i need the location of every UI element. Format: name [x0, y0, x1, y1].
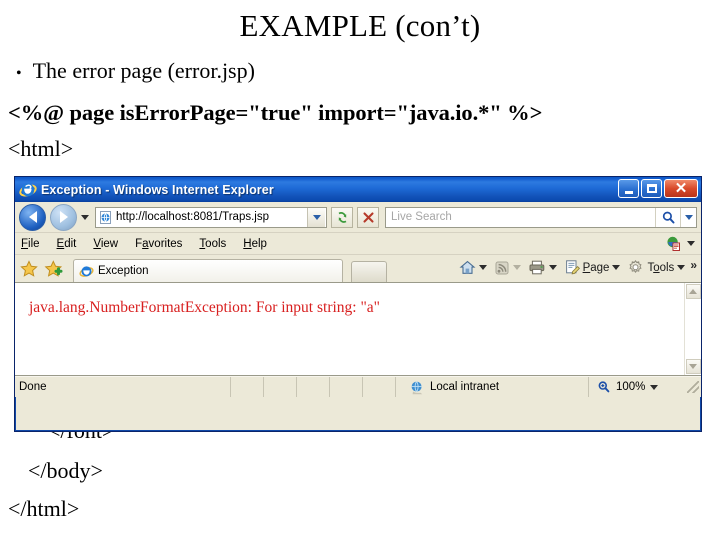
address-bar[interactable]: http://localhost:8081/Traps.jsp: [95, 206, 327, 228]
bullet-item: • The error page (error.jsp): [16, 58, 255, 84]
page-content: java.lang.NumberFormatException: For inp…: [15, 282, 701, 376]
tools-menu-button[interactable]: Tools: [625, 258, 687, 277]
home-button[interactable]: [457, 258, 489, 277]
menu-item-help[interactable]: Help: [243, 238, 267, 250]
resize-grip[interactable]: [687, 381, 699, 393]
page-title: EXAMPLE (con’t): [239, 8, 481, 43]
zoom-level-label: 100%: [616, 381, 646, 393]
search-input[interactable]: Live Search: [386, 211, 655, 223]
status-segment: [297, 377, 330, 397]
ie-page-icon: [79, 264, 94, 279]
bullet-label: The error page (error.jsp): [32, 58, 255, 83]
tab-label: Exception: [98, 265, 149, 277]
tools-menu-label: Tools: [647, 261, 675, 274]
tab-exception[interactable]: Exception: [73, 259, 343, 282]
feeds-button[interactable]: [492, 259, 523, 277]
search-box[interactable]: Live Search: [385, 206, 697, 228]
globe-icon: [410, 380, 425, 395]
scroll-up-button[interactable]: [685, 284, 701, 299]
print-button[interactable]: [526, 258, 559, 277]
command-overflow-button[interactable]: »: [690, 258, 697, 272]
menu-bar: File Edit View Favorites Tools Help: [15, 233, 701, 255]
command-bar: Page Tools »: [457, 258, 697, 277]
messenger-icon[interactable]: [665, 235, 682, 252]
tools-chevron-down-icon[interactable]: [677, 265, 686, 270]
code-line-html-close: </html>: [8, 496, 80, 521]
rss-feed-icon: [495, 261, 509, 274]
code-line-directive: <%@ page isErrorPage="true" import="java…: [8, 100, 543, 125]
favorites-center-star-icon[interactable]: [19, 259, 39, 279]
page-menu-button[interactable]: Page: [562, 258, 623, 277]
status-segment: [264, 377, 297, 397]
new-tab-button[interactable]: [351, 261, 387, 282]
address-dropdown-button[interactable]: [307, 207, 325, 227]
zoom-chevron-down-icon[interactable]: [650, 384, 659, 390]
back-button[interactable]: [19, 203, 46, 231]
page-icon: [98, 210, 113, 225]
code-line-body-close: </body>: [28, 458, 103, 483]
tab-bar: Exception Page Tools »: [15, 255, 701, 282]
print-chevron-down-icon[interactable]: [548, 265, 557, 270]
home-icon: [459, 260, 476, 274]
security-zone[interactable]: Local intranet: [396, 377, 589, 397]
status-segment: [363, 377, 396, 397]
messenger-chevron-down-icon[interactable]: [687, 241, 695, 246]
scroll-down-button[interactable]: [685, 359, 701, 374]
menu-item-edit[interactable]: Edit: [57, 238, 77, 250]
search-options-button[interactable]: [680, 207, 696, 227]
security-zone-label: Local intranet: [430, 381, 500, 393]
address-input-value[interactable]: http://localhost:8081/Traps.jsp: [116, 211, 307, 223]
gear-icon: [629, 259, 643, 274]
status-text: Done: [15, 377, 231, 397]
status-bar: Done Local intranet 100%: [15, 376, 701, 397]
zoom-icon: [597, 380, 611, 394]
menu-item-file[interactable]: File: [21, 238, 40, 250]
browser-window: Exception - Windows Internet Explorer ✕ …: [14, 176, 702, 432]
stop-button[interactable]: [357, 206, 379, 228]
zoom-control[interactable]: 100%: [589, 377, 701, 397]
code-line-html-open: <html>: [8, 136, 74, 161]
refresh-button[interactable]: [331, 206, 353, 228]
vertical-scrollbar[interactable]: [684, 283, 701, 375]
menu-bar-extras: [665, 235, 695, 252]
window-controls: ✕: [618, 179, 698, 198]
recent-pages-chevron-down-icon[interactable]: [81, 214, 89, 220]
bullet-marker: •: [16, 65, 22, 82]
search-icon[interactable]: [655, 207, 680, 227]
status-segment: [330, 377, 363, 397]
window-title: Exception - Windows Internet Explorer: [41, 182, 274, 197]
maximize-button[interactable]: [641, 179, 662, 198]
printer-icon: [529, 260, 544, 275]
menu-item-view[interactable]: View: [93, 238, 118, 250]
menu-item-tools[interactable]: Tools: [199, 238, 226, 250]
close-button[interactable]: ✕: [664, 179, 698, 198]
forward-button[interactable]: [50, 203, 77, 231]
page-menu-label: Page: [582, 261, 610, 274]
navigation-bar: http://localhost:8081/Traps.jsp Live Sea…: [15, 202, 701, 233]
exception-message: java.lang.NumberFormatException: For inp…: [29, 299, 381, 316]
page-body: java.lang.NumberFormatException: For inp…: [15, 283, 684, 375]
status-segment: [231, 377, 264, 397]
add-to-favorites-icon[interactable]: [44, 259, 64, 279]
feeds-chevron-down-icon: [512, 265, 521, 270]
menu-item-favorites[interactable]: Favorites: [135, 238, 182, 250]
minimize-button[interactable]: [618, 179, 639, 198]
ie-logo-icon: [19, 181, 37, 199]
title-bar: Exception - Windows Internet Explorer ✕: [15, 177, 701, 202]
page-icon: [565, 260, 580, 275]
home-chevron-down-icon[interactable]: [478, 265, 487, 270]
page-chevron-down-icon[interactable]: [612, 265, 621, 270]
